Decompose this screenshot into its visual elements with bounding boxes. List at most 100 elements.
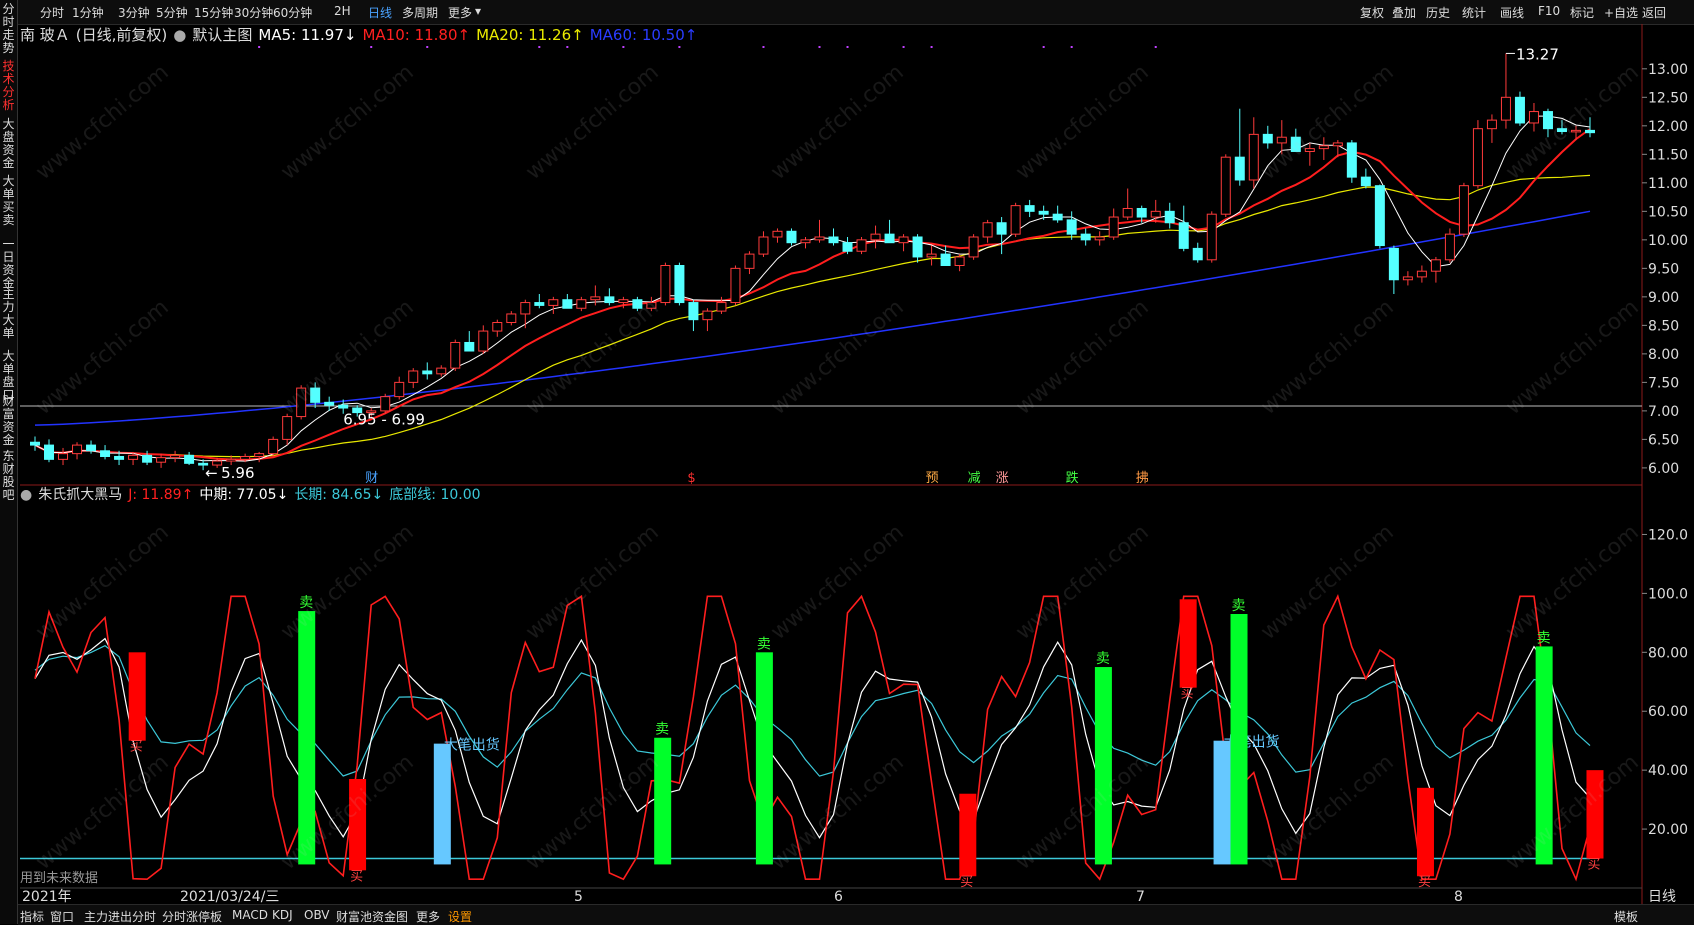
candle[interactable] — [1430, 256, 1441, 283]
candle[interactable] — [1374, 184, 1385, 249]
candle[interactable] — [576, 296, 587, 312]
bottom-tab-4[interactable]: MACD — [232, 908, 268, 922]
bottom-tab-1[interactable]: 窗口 — [50, 908, 74, 925]
candle[interactable] — [408, 368, 419, 389]
candle[interactable] — [604, 288, 615, 306]
candle[interactable] — [884, 219, 895, 244]
candle[interactable] — [1402, 271, 1413, 286]
candle[interactable] — [296, 385, 307, 420]
bottom-tab-9[interactable]: 设置 — [448, 908, 472, 925]
candle[interactable] — [1080, 228, 1091, 246]
candle[interactable] — [1234, 108, 1245, 186]
candle[interactable] — [156, 453, 167, 468]
candle[interactable] — [786, 228, 797, 246]
candle[interactable] — [842, 236, 853, 255]
candle[interactable] — [702, 308, 713, 332]
candle[interactable] — [1164, 202, 1175, 229]
candle[interactable] — [44, 439, 55, 463]
candle[interactable] — [492, 319, 503, 337]
candle[interactable] — [1514, 91, 1525, 126]
bottom-tab-8[interactable]: 更多 — [416, 908, 440, 925]
event-icon-5[interactable]: 跌 — [1066, 470, 1079, 486]
candle[interactable] — [464, 331, 475, 352]
candle[interactable] — [996, 217, 1007, 255]
candle[interactable] — [1178, 205, 1189, 252]
candle[interactable] — [1346, 140, 1357, 183]
bottom-tab-3[interactable]: 分时涨停板 — [162, 908, 222, 925]
candle[interactable] — [1206, 211, 1217, 263]
candle[interactable] — [1486, 114, 1497, 143]
candle[interactable] — [72, 442, 83, 460]
candle[interactable] — [758, 231, 769, 257]
candle[interactable] — [1528, 103, 1539, 132]
candle[interactable] — [912, 234, 923, 263]
candle[interactable] — [450, 339, 461, 371]
chart-area[interactable]: 13.00 12.50 12.00 11.50 11.00 10.50 10.00 9.50 9… — [0, 0, 1694, 924]
candle[interactable] — [1585, 117, 1595, 138]
candle[interactable] — [478, 325, 489, 354]
candle[interactable] — [562, 294, 573, 309]
candle[interactable] — [1500, 53, 1511, 129]
candle[interactable] — [506, 311, 517, 326]
candle[interactable] — [968, 234, 979, 260]
candle[interactable] — [1094, 231, 1105, 246]
candle[interactable] — [730, 265, 741, 306]
candle[interactable] — [184, 451, 195, 466]
candle[interactable] — [170, 450, 181, 463]
bottom-tab-6[interactable]: OBV — [304, 908, 330, 922]
candle[interactable] — [1360, 168, 1371, 189]
candle[interactable] — [716, 296, 727, 314]
candle[interactable] — [1010, 202, 1021, 237]
candle[interactable] — [100, 445, 111, 460]
event-icon-1[interactable]: $ — [687, 471, 695, 486]
candle[interactable] — [814, 219, 825, 243]
bottom-tab-2[interactable]: 主力进出分时 — [84, 908, 156, 925]
candle[interactable] — [1248, 117, 1259, 189]
candle[interactable] — [1388, 245, 1399, 295]
event-icon-0[interactable]: 财 — [365, 471, 378, 486]
candle[interactable] — [1304, 142, 1315, 166]
candle[interactable] — [954, 254, 965, 272]
candle[interactable] — [1024, 199, 1035, 218]
candle[interactable] — [1052, 205, 1063, 223]
candle[interactable] — [520, 299, 531, 329]
candle[interactable] — [1318, 137, 1329, 161]
candle[interactable] — [1290, 128, 1301, 152]
candle[interactable] — [1066, 211, 1077, 240]
template-tab[interactable]: 模板 — [1614, 908, 1638, 925]
candle[interactable] — [800, 236, 811, 249]
event-icon-4[interactable]: 涨 — [996, 471, 1009, 486]
bottom-tab-0[interactable]: 指标 — [20, 908, 44, 925]
candle[interactable] — [926, 245, 937, 266]
event-icon-2[interactable]: 预 — [926, 471, 939, 486]
candle[interactable] — [1276, 120, 1287, 155]
candle[interactable] — [1458, 182, 1469, 237]
candle[interactable] — [254, 451, 265, 463]
candle[interactable] — [1556, 120, 1567, 135]
candle[interactable] — [674, 262, 685, 306]
candle[interactable] — [58, 447, 69, 466]
candle[interactable] — [1262, 125, 1273, 149]
candle[interactable] — [646, 296, 657, 312]
candle[interactable] — [1416, 265, 1427, 283]
candle[interactable] — [632, 296, 643, 312]
candle[interactable] — [1220, 154, 1231, 218]
candle[interactable] — [1122, 188, 1133, 220]
candle[interactable] — [394, 376, 405, 400]
candle[interactable] — [828, 228, 839, 246]
candle[interactable] — [744, 251, 755, 275]
candle[interactable] — [772, 228, 783, 243]
candle[interactable] — [1542, 108, 1553, 138]
candle[interactable] — [660, 262, 671, 306]
candle[interactable] — [870, 225, 881, 249]
candle[interactable] — [268, 436, 279, 457]
event-icon-6[interactable]: 拂 — [1136, 471, 1149, 486]
candle[interactable] — [982, 219, 993, 243]
candle[interactable] — [30, 436, 40, 451]
candle[interactable] — [1192, 242, 1203, 263]
candle[interactable] — [898, 234, 909, 252]
candle[interactable] — [688, 299, 699, 332]
candle[interactable] — [1444, 228, 1455, 263]
candle[interactable] — [856, 236, 867, 255]
candle[interactable] — [1472, 120, 1483, 189]
